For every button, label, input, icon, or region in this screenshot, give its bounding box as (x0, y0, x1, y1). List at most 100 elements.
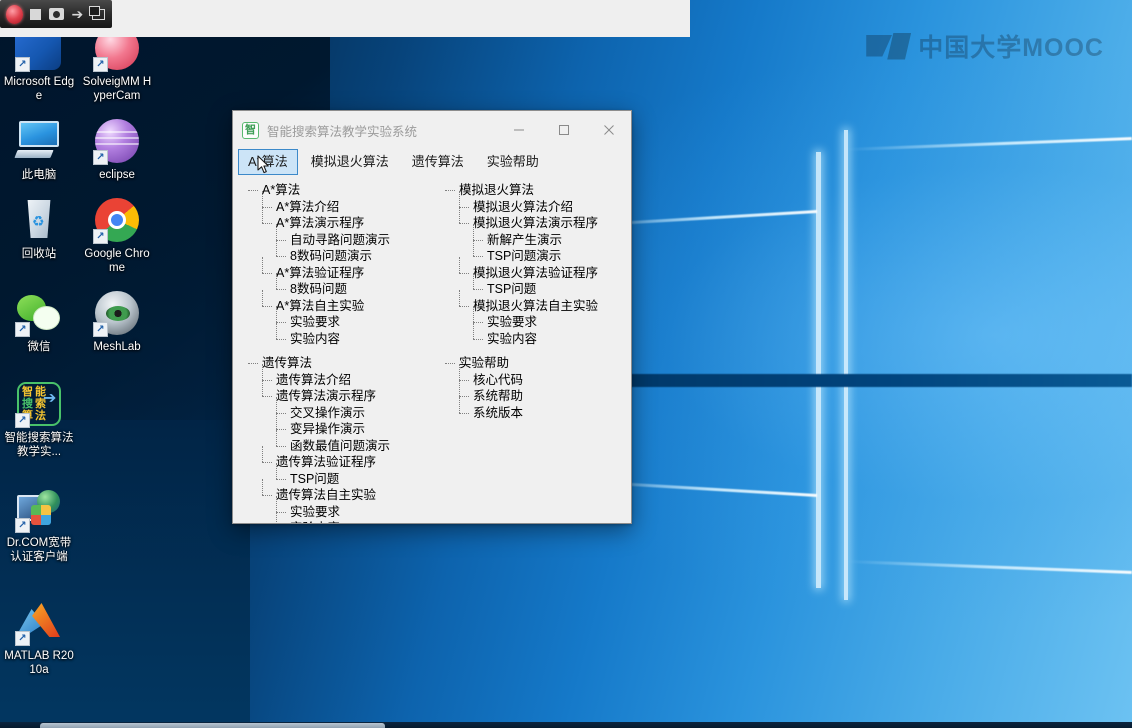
recorder-toolbar: ➔ (0, 0, 112, 28)
shortcut-overlay-icon (15, 322, 30, 337)
tree-item[interactable]: A*算法介绍 (262, 190, 390, 216)
tree-item[interactable]: 遗传算法自主实验 (262, 479, 390, 504)
desktop-icon-matlab[interactable]: MATLAB R2010a (0, 592, 78, 685)
tree-item[interactable]: 实验内容 (473, 322, 598, 348)
tree-item[interactable]: 变异操作演示 (276, 413, 390, 438)
tree-item[interactable]: 8数码问题演示 (276, 240, 390, 265)
cursor-arrow-icon: ➔ (71, 6, 84, 22)
desktop-icon-drcom[interactable]: Dr.COM宽带认证客户端 (0, 479, 78, 572)
tree-item[interactable]: 模拟退火算法验证程序 (459, 256, 599, 282)
tree-root-node[interactable]: A*算法 (248, 182, 390, 199)
tab-simulated-annealing[interactable]: 模拟退火算法 (301, 149, 399, 175)
tree-item[interactable]: 遗传算法介绍 (262, 363, 390, 389)
desktop-icon-smart-search-app[interactable]: 智能 搜索 算法 ➔ 智能搜索算法教学实... (0, 374, 78, 467)
tree-item[interactable]: A*算法演示程序 (262, 207, 390, 232)
smart-search-app-icon: 智能 搜索 算法 ➔ (15, 380, 63, 428)
meshlab-icon (93, 289, 141, 337)
tree-astar: A*算法 A*算法介绍 A*算法演示程序 自动寻路问题演示 8数码问题演示 A*… (248, 182, 390, 347)
tree-node-label: 自动寻路问题演示 (290, 232, 391, 247)
tree-node-label: 实验要求 (487, 315, 538, 329)
desktop-icon-eclipse[interactable]: eclipse (78, 111, 156, 190)
stop-button[interactable] (28, 6, 44, 23)
desktop-icon-google-chrome[interactable]: Google Chrome (78, 190, 156, 283)
snapshot-button[interactable] (49, 6, 65, 23)
tree-item[interactable]: TSP问题 (276, 462, 390, 488)
tree-item[interactable]: 实验要求 (276, 495, 390, 521)
shortcut-overlay-icon (15, 57, 30, 72)
tree-item[interactable]: TSP问题 (473, 273, 598, 298)
menu-tree-area: A*算法 A*算法介绍 A*算法演示程序 自动寻路问题演示 8数码问题演示 A*… (233, 177, 631, 523)
tree-item[interactable]: 8数码问题 (276, 273, 390, 298)
windows-taskbar[interactable] (0, 722, 1132, 728)
taskbar-window-preview[interactable] (40, 723, 385, 728)
desktop-icon-recycle-bin[interactable]: 回收站 (0, 190, 78, 283)
tab-experiment-help[interactable]: 实验帮助 (477, 149, 549, 175)
desktop-icon-label: Google Chrome (84, 248, 150, 274)
desktop-icon-this-pc[interactable]: 此电脑 (0, 111, 78, 190)
tree-item[interactable]: 函数最值问题演示 (276, 429, 391, 455)
tree-item[interactable]: 遗传算法验证程序 (262, 446, 390, 471)
close-icon[interactable] (586, 111, 631, 149)
tree-root-node[interactable]: 模拟退火算法 (445, 182, 598, 199)
tab-genetic[interactable]: 遗传算法 (402, 149, 474, 175)
window-frame-icon (88, 5, 105, 20)
tree-item[interactable]: 模拟退火算法自主实验 (459, 289, 598, 315)
tree-node-label: A*算法自主实验 (276, 298, 365, 313)
app-zhi-icon: 智 (242, 121, 259, 139)
tree-item[interactable]: TSP问题演示 (473, 240, 598, 265)
cursor-capture-button[interactable]: ➔ (70, 6, 86, 23)
tree-node-label: 新解产生演示 (487, 232, 563, 247)
desktop-icon-label: SolveigMM HyperCam (82, 76, 152, 102)
tree-item[interactable]: 实验要求 (473, 306, 598, 331)
tree-node-label: 模拟退火算法介绍 (473, 199, 574, 214)
tab-astar[interactable]: A*算法 (238, 149, 298, 175)
tree-node-label: 系统版本 (473, 405, 524, 420)
shortcut-overlay-icon (93, 229, 108, 244)
tree-item[interactable]: A*算法自主实验 (262, 289, 390, 315)
tree-node-label: 实验帮助 (459, 356, 510, 370)
tree-node-label: 实验内容 (290, 521, 340, 523)
minimize-icon[interactable] (496, 111, 541, 149)
tree-item[interactable]: 系统版本 (459, 396, 524, 422)
tree-item[interactable]: 实验内容 (276, 322, 390, 348)
tree-item[interactable]: 交叉操作演示 (276, 396, 390, 422)
tree-item[interactable]: 模拟退火算法介绍 (459, 190, 598, 216)
shortcut-overlay-icon (93, 57, 108, 72)
shortcut-overlay-icon (15, 631, 30, 646)
desktop-icon-wechat[interactable]: 微信 (0, 283, 78, 362)
tree-item[interactable]: 系统帮助 (459, 380, 523, 405)
tree-item[interactable]: 实验内容 (276, 512, 390, 523)
chrome-icon (93, 196, 141, 244)
window-titlebar[interactable]: 智 智能搜索算法教学实验系统 (233, 111, 631, 149)
tree-root-node[interactable]: 遗传算法 (248, 355, 390, 372)
region-select-button[interactable] (88, 5, 106, 23)
tree-item[interactable]: 模拟退火算法演示程序 (459, 207, 598, 232)
tree-node-label: 函数最值问题演示 (290, 438, 391, 453)
tree-node-label: 遗传算法验证程序 (276, 455, 377, 469)
tree-node-label: 变异操作演示 (290, 422, 366, 436)
desktop-icon-label: MeshLab (93, 341, 141, 353)
shortcut-overlay-icon (93, 322, 108, 337)
tree-experiment-help: 实验帮助 核心代码 系统帮助 系统版本 (445, 355, 523, 421)
tree-root-node[interactable]: 实验帮助 (445, 355, 523, 372)
tree-item[interactable]: 新解产生演示 (473, 223, 598, 249)
tree-node-label: A*算法介绍 (276, 199, 340, 214)
tree-node-label: 核心代码 (473, 372, 524, 387)
tree-node-label: 遗传算法自主实验 (276, 488, 377, 502)
tree-node-label: A*算法 (262, 183, 301, 197)
tree-genetic: 遗传算法 遗传算法介绍 遗传算法演示程序 交叉操作演示 变异操作演示 函数最值问… (248, 355, 390, 523)
tree-item[interactable]: 核心代码 (459, 363, 524, 389)
desktop-icon-label: 回收站 (21, 248, 57, 260)
maximize-icon[interactable] (541, 111, 586, 149)
tree-item[interactable]: 自动寻路问题演示 (276, 223, 391, 249)
tree-node-label: 模拟退火算法验证程序 (473, 265, 599, 280)
tree-item[interactable]: 遗传算法演示程序 (262, 380, 390, 405)
tree-item[interactable]: A*算法验证程序 (262, 256, 390, 282)
desktop-icon-meshlab[interactable]: MeshLab (78, 283, 156, 362)
tree-node-label: TSP问题 (290, 471, 340, 486)
tree-node-label: 遗传算法演示程序 (276, 389, 377, 403)
tree-item[interactable]: 实验要求 (276, 306, 390, 331)
record-button[interactable] (6, 4, 23, 24)
matlab-icon (15, 598, 63, 646)
window-title: 智能搜索算法教学实验系统 (267, 124, 418, 139)
